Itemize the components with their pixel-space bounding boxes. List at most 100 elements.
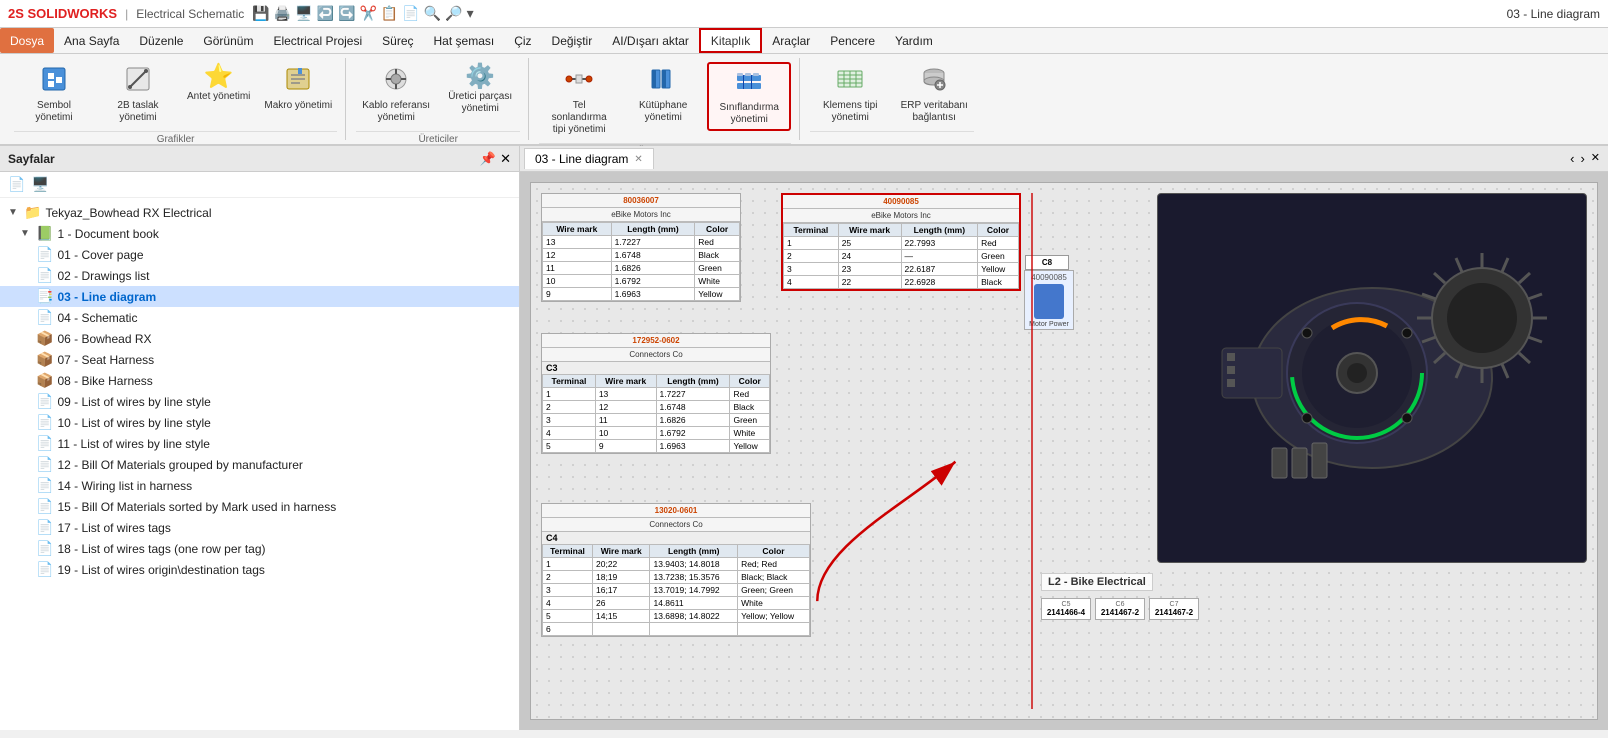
- tree-item-02[interactable]: 📄 02 - Drawings list: [0, 265, 519, 286]
- window-title: 03 - Line diagram: [1507, 7, 1600, 21]
- docbook-text: 1 - Document book: [57, 227, 158, 241]
- close-sidebar-icon[interactable]: ✕: [500, 151, 511, 167]
- tree-item-14[interactable]: 📄 14 - Wiring list in harness: [0, 475, 519, 496]
- copy-icon[interactable]: 📋: [381, 5, 398, 22]
- btn-antet[interactable]: ⭐ Antet yönetimi: [182, 62, 255, 106]
- diagram-area[interactable]: 80036007 eBike Motors Inc Wire markLengt…: [520, 172, 1608, 730]
- tree-item-11[interactable]: 📄 11 - List of wires by line style: [0, 433, 519, 454]
- menu-yardim[interactable]: Yardım: [885, 28, 943, 53]
- btn-kablo-referans[interactable]: Kablo referansı yönetimi: [356, 62, 436, 127]
- menu-pencere[interactable]: Pencere: [820, 28, 885, 53]
- tree-item-19[interactable]: 📄 19 - List of wires origin\destination …: [0, 559, 519, 580]
- prev-tab-arrow[interactable]: ‹: [1570, 151, 1574, 166]
- pin-icon[interactable]: 📌: [480, 151, 496, 167]
- tree-item-root[interactable]: ▼ 📁 Tekyaz_Bowhead RX Electrical: [0, 202, 519, 223]
- next-tab-arrow[interactable]: ›: [1580, 151, 1584, 166]
- menu-duzenle[interactable]: Düzenle: [129, 28, 193, 53]
- makro-icon: [284, 65, 312, 98]
- model-view: [1157, 193, 1587, 563]
- paste-icon[interactable]: 📄: [402, 5, 419, 22]
- btn-klemens[interactable]: Klemens tipi yönetimi: [810, 62, 890, 127]
- zoom-icon[interactable]: 🔎: [445, 5, 462, 22]
- page-10-text: 10 - List of wires by line style: [57, 416, 210, 430]
- menu-electrical-projesi[interactable]: Electrical Projesi: [263, 28, 372, 53]
- btn-2b-taslak[interactable]: 2B taslak yönetimi: [98, 62, 178, 127]
- btn-siniflandirma[interactable]: Sınıflandırma yönetimi: [707, 62, 791, 131]
- sidebar-tools: 📄 🖥️: [0, 172, 519, 198]
- menu-gorunum[interactable]: Görünüm: [193, 28, 263, 53]
- kutupane-icon: [649, 65, 677, 98]
- tree-item-01[interactable]: 📄 01 - Cover page: [0, 244, 519, 265]
- print-icon[interactable]: 🖨️: [274, 5, 291, 22]
- tree-item-docbook[interactable]: ▼ 📗 1 - Document book: [0, 223, 519, 244]
- page-icon-19: 📄: [36, 561, 53, 578]
- tree-item-08[interactable]: 📦 08 - Bike Harness: [0, 370, 519, 391]
- save-icon[interactable]: 💾: [252, 5, 269, 22]
- tree-item-06[interactable]: 📦 06 - Bowhead RX: [0, 328, 519, 349]
- c7-box: C7 2141467-2: [1149, 598, 1199, 620]
- menu-surec[interactable]: Süreç: [372, 28, 423, 53]
- sembol-icon: [40, 65, 68, 98]
- menu-anasayfa[interactable]: Ana Sayfa: [54, 28, 129, 53]
- btn-kutuphayne[interactable]: Kütüphane yönetimi: [623, 62, 703, 127]
- page-18-text: 18 - List of wires tags (one row per tag…: [57, 542, 265, 556]
- tree-item-09[interactable]: 📄 09 - List of wires by line style: [0, 391, 519, 412]
- btn-sembol-yonetimi[interactable]: Sembol yönetimi: [14, 62, 94, 127]
- redo-icon[interactable]: ↪️: [338, 5, 355, 22]
- ribbon-group-kutuphaneler: Tel sonlandırma tipi yönetimi Kütüphane …: [531, 58, 800, 140]
- page-icon-06: 📦: [36, 330, 53, 347]
- page-icon-02: 📄: [36, 267, 53, 284]
- expand-root[interactable]: ▼: [8, 207, 20, 218]
- monitor-icon[interactable]: 🖥️: [295, 5, 312, 22]
- diagram-section-s1: 80036007 eBike Motors Inc Wire markLengt…: [541, 193, 741, 302]
- s2-header2: eBike Motors Inc: [783, 209, 1019, 223]
- btn-erp[interactable]: ERP veritabanı bağlantısı: [894, 62, 974, 127]
- page-icon-08: 📦: [36, 372, 53, 389]
- menu-dosya[interactable]: Dosya: [0, 28, 54, 53]
- btn-tel-sonlandirma[interactable]: Tel sonlandırma tipi yönetimi: [539, 62, 619, 139]
- page-19-text: 19 - List of wires origin\destination ta…: [57, 563, 264, 577]
- menu-hat-semasi[interactable]: Hat şeması: [424, 28, 505, 53]
- menu-kitaplik[interactable]: Kitaplık: [699, 28, 762, 53]
- menu-araclar[interactable]: Araçlar: [762, 28, 820, 53]
- tree-item-12[interactable]: 📄 12 - Bill Of Materials grouped by manu…: [0, 454, 519, 475]
- tree-item-15[interactable]: 📄 15 - Bill Of Materials sorted by Mark …: [0, 496, 519, 517]
- cut-icon[interactable]: ✂️: [359, 5, 376, 22]
- close-all-icon[interactable]: ✕: [1591, 151, 1600, 166]
- tel-icon: [565, 65, 593, 98]
- tree-item-18[interactable]: 📄 18 - List of wires tags (one row per t…: [0, 538, 519, 559]
- klemens-icon: [836, 65, 864, 98]
- menu-degistir[interactable]: Değiştir: [542, 28, 603, 53]
- sidebar-title: Sayfalar: [8, 152, 55, 166]
- more-icon[interactable]: ▾: [467, 5, 474, 22]
- sidebar-tool-2[interactable]: 🖥️: [31, 176, 48, 193]
- tree-item-04[interactable]: 📄 04 - Schematic: [0, 307, 519, 328]
- sidebar-tool-1[interactable]: 📄: [8, 176, 25, 193]
- page-02-text: 02 - Drawings list: [57, 269, 149, 283]
- btn-makro[interactable]: Makro yönetimi: [259, 62, 337, 115]
- btn-uretici-parcasi[interactable]: ⚙️ Üretici parçası yönetimi: [440, 62, 520, 118]
- undo-icon[interactable]: ↩️: [317, 5, 334, 22]
- diagram-section-c3: 172952-0602 Connectors Co C3 TerminalWir…: [541, 333, 771, 454]
- close-tab-icon[interactable]: ✕: [634, 154, 642, 165]
- tree-item-07[interactable]: 📦 07 - Seat Harness: [0, 349, 519, 370]
- tree-item-17[interactable]: 📄 17 - List of wires tags: [0, 517, 519, 538]
- page-icon-17: 📄: [36, 519, 53, 536]
- menu-ai-disari-aktar[interactable]: AI/Dışarı aktar: [602, 28, 699, 53]
- siniflandirma-label: Sınıflandırma yönetimi: [714, 102, 784, 126]
- sidebar-tree: ▼ 📁 Tekyaz_Bowhead RX Electrical ▼ 📗 1 -…: [0, 198, 519, 730]
- tree-item-03[interactable]: 📑 03 - Line diagram: [0, 286, 519, 307]
- ribbon: Sembol yönetimi 2B taslak yönetimi ⭐: [0, 54, 1608, 146]
- tree-item-10[interactable]: 📄 10 - List of wires by line style: [0, 412, 519, 433]
- search-icon[interactable]: 🔍: [424, 5, 441, 22]
- expand-docbook[interactable]: ▼: [20, 228, 32, 239]
- s1-table: Wire markLength (mm)Color 131.7227Red 12…: [542, 222, 740, 301]
- page-icon-03: 📑: [36, 288, 53, 305]
- page-icon-18: 📄: [36, 540, 53, 557]
- menu-ciz[interactable]: Çiz: [504, 28, 541, 53]
- s2-header1: 40090085: [783, 195, 1019, 209]
- motor-svg: [1172, 218, 1572, 538]
- active-tab[interactable]: 03 - Line diagram ✕: [524, 148, 654, 169]
- taslak-icon: [124, 65, 152, 98]
- c4-label: C4: [542, 532, 810, 544]
